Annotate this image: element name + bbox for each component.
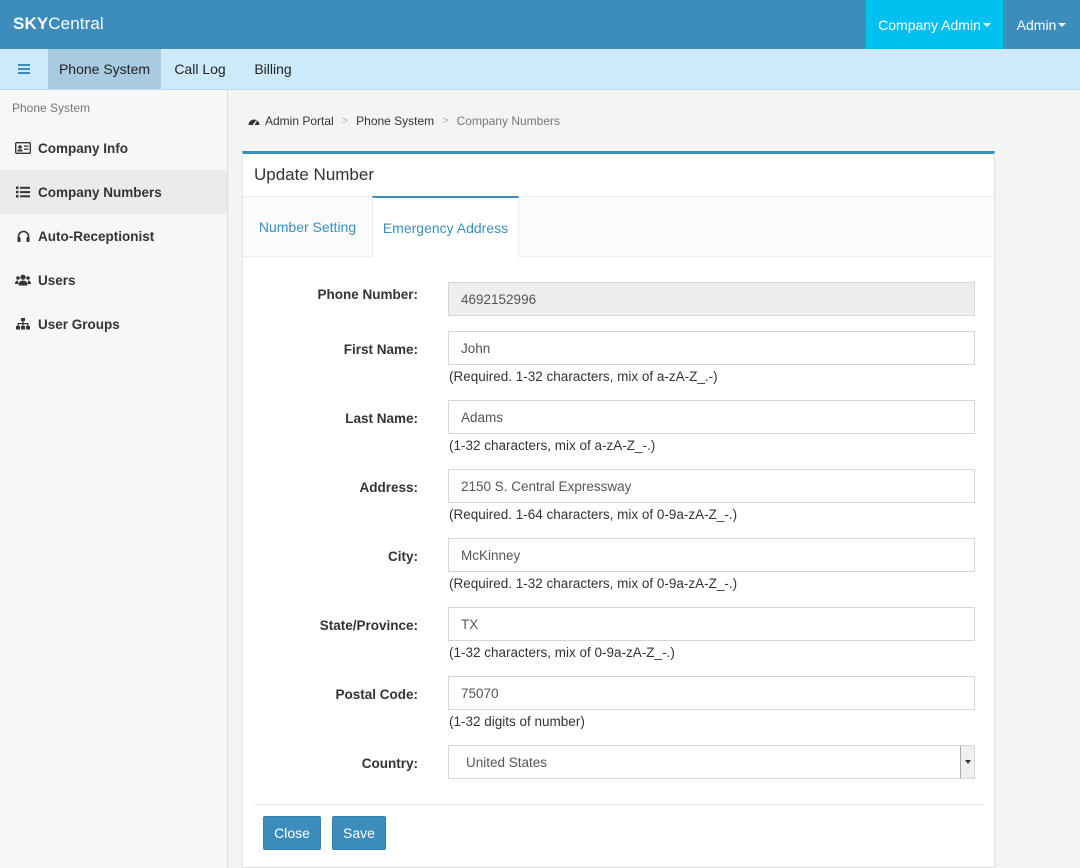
sidebar-item-company-numbers[interactable]: Company Numbers: [0, 170, 227, 214]
sidebar-item-label: User Groups: [38, 316, 120, 332]
last-name-help: (1-32 characters, mix of a-zA-Z_-.): [449, 438, 656, 453]
sidebar-item-user-groups[interactable]: User Groups: [0, 302, 227, 346]
headset-icon: [15, 229, 31, 243]
sidebar-item-company-info[interactable]: Company Info: [0, 126, 227, 170]
address-input[interactable]: 2150 S. Central Expressway: [448, 469, 975, 503]
first-name-help: (Required. 1-32 characters, mix of a-zA-…: [449, 369, 718, 384]
country-label: Country:: [361, 756, 418, 771]
city-label: City:: [388, 549, 418, 564]
breadcrumb-separator: >: [341, 115, 349, 127]
tab-billing[interactable]: Billing: [239, 49, 307, 89]
sub-navbar: Phone System Call Log Billing: [0, 49, 1080, 90]
menu-toggle-icon[interactable]: [0, 49, 47, 89]
phone-number-label: Phone Number:: [317, 287, 418, 302]
dashboard-icon: [248, 116, 260, 126]
breadcrumb-admin-portal[interactable]: Admin Portal: [265, 114, 334, 128]
tab-number-setting[interactable]: Number Setting: [243, 197, 372, 257]
breadcrumb-current: Company Numbers: [456, 114, 560, 128]
company-admin-label: Company Admin: [878, 16, 981, 33]
panel-title: Update Number: [254, 165, 375, 184]
tab-phone-system[interactable]: Phone System: [48, 49, 161, 89]
country-value: United States: [466, 754, 548, 770]
list-icon: [15, 185, 31, 199]
city-help: (Required. 1-32 characters, mix of 0-9a-…: [449, 576, 738, 591]
divider: [253, 804, 984, 805]
postal-code-input[interactable]: 75070: [448, 676, 975, 710]
last-name-label: Last Name:: [345, 411, 418, 426]
sidebar-header: Phone System: [12, 101, 91, 115]
id-card-icon: [15, 141, 31, 155]
chevron-down-icon[interactable]: [960, 746, 974, 778]
sidebar: Phone System Company Info Company Number…: [0, 90, 228, 868]
first-name-input[interactable]: John: [448, 331, 975, 365]
save-button[interactable]: Save: [332, 816, 386, 850]
chevron-down-icon: [982, 22, 991, 27]
sidebar-item-auto-receptionist[interactable]: Auto-Receptionist: [0, 214, 227, 258]
panel-tabs: Number Setting Emergency Address: [243, 196, 994, 257]
postal-code-label: Postal Code:: [335, 687, 418, 702]
sidebar-item-label: Company Numbers: [38, 184, 162, 200]
close-button[interactable]: Close: [263, 816, 321, 850]
address-label: Address:: [359, 480, 418, 495]
app-logo[interactable]: SKYCentral: [13, 14, 104, 34]
state-label: State/Province:: [319, 618, 418, 633]
phone-number-field: 4692152996: [448, 282, 975, 316]
breadcrumb-phone-system[interactable]: Phone System: [356, 114, 434, 128]
breadcrumb: Admin Portal > Phone System > Company Nu…: [248, 114, 560, 128]
tab-call-log[interactable]: Call Log: [161, 49, 239, 89]
company-admin-menu[interactable]: Company Admin: [866, 0, 1003, 49]
first-name-label: First Name:: [343, 342, 418, 357]
last-name-input[interactable]: Adams: [448, 400, 975, 434]
admin-menu[interactable]: Admin: [1003, 0, 1080, 49]
admin-label: Admin: [1016, 16, 1057, 33]
breadcrumb-separator: >: [442, 115, 449, 127]
chevron-down-icon: [1058, 22, 1067, 27]
state-help: (1-32 characters, mix of 0-9a-zA-Z_-.): [449, 645, 675, 660]
country-select[interactable]: United States: [448, 745, 975, 779]
sidebar-item-label: Auto-Receptionist: [38, 228, 155, 244]
top-navbar: SKYCentral Company Admin Admin: [0, 0, 1080, 49]
state-input[interactable]: TX: [448, 607, 975, 641]
tab-emergency-address[interactable]: Emergency Address: [372, 196, 519, 257]
address-help: (Required. 1-64 characters, mix of 0-9a-…: [449, 507, 738, 522]
sidebar-item-label: Users: [38, 272, 76, 288]
users-icon: [15, 273, 31, 287]
city-input[interactable]: McKinney: [448, 538, 975, 572]
postal-code-help: (1-32 digits of number): [449, 714, 585, 729]
sidebar-item-label: Company Info: [38, 140, 128, 156]
sitemap-icon: [15, 317, 31, 331]
update-number-panel: Update Number Number Setting Emergency A…: [242, 151, 995, 867]
sidebar-item-users[interactable]: Users: [0, 258, 227, 302]
